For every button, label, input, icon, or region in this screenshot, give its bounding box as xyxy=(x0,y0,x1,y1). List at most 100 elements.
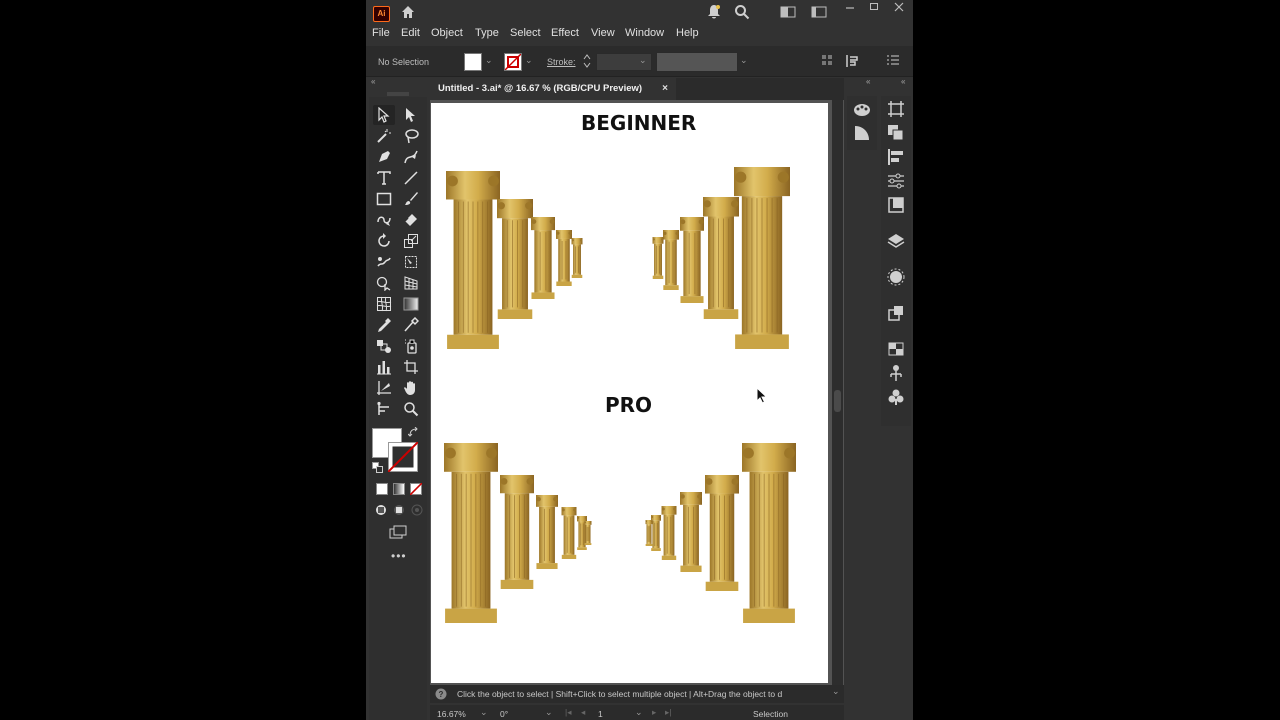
eraser-icon[interactable] xyxy=(400,210,422,230)
draw-behind-icon[interactable] xyxy=(393,504,405,516)
profile-dropdown-icon[interactable]: ⌄ xyxy=(740,55,748,66)
variable-width-profile[interactable] xyxy=(656,52,738,72)
document-tab[interactable]: Untitled - 3.ai* @ 16.67 % (RGB/CPU Prev… xyxy=(430,78,676,100)
shape-builder-icon[interactable] xyxy=(373,273,395,293)
rotation-value[interactable]: 0° xyxy=(500,709,508,719)
fill-dropdown-icon[interactable]: ⌄ xyxy=(485,55,493,66)
curvature-icon[interactable] xyxy=(400,147,422,167)
artboard-number[interactable]: 1 xyxy=(598,709,603,719)
rectangle-icon[interactable] xyxy=(373,189,395,209)
paintbrush-icon[interactable] xyxy=(400,189,422,209)
edit-toolbar-icon[interactable]: ••• xyxy=(391,549,407,563)
pen-icon[interactable] xyxy=(373,147,395,167)
align-panel-icon[interactable] xyxy=(887,148,905,166)
last-artboard-icon[interactable]: ▸| xyxy=(665,707,671,718)
pillars-artwork[interactable] xyxy=(431,103,828,683)
measure-icon[interactable] xyxy=(400,315,422,335)
blend-icon[interactable] xyxy=(373,336,395,356)
zoom-dropdown-icon[interactable]: ⌄ xyxy=(480,707,488,718)
menu-edit[interactable]: Edit xyxy=(401,27,420,39)
artboards-panel-icon[interactable] xyxy=(887,100,905,118)
workspace-icon[interactable] xyxy=(780,5,796,19)
artboard-icon[interactable] xyxy=(400,357,422,377)
puppet-warp-icon[interactable] xyxy=(373,399,395,419)
search-icon[interactable] xyxy=(734,4,750,20)
menu-file[interactable]: File xyxy=(372,27,390,39)
hint-expand-icon[interactable]: ⌄ xyxy=(832,686,840,697)
artboard[interactable]: BEGINNER PRO xyxy=(431,103,828,683)
shaper-icon[interactable] xyxy=(373,210,395,230)
zoom-level[interactable]: 16.67% xyxy=(437,709,466,719)
stroke-color-box[interactable] xyxy=(388,442,418,472)
menu-select[interactable]: Select xyxy=(510,27,541,39)
slice-icon[interactable] xyxy=(373,378,395,398)
fill-swatch[interactable] xyxy=(464,53,482,71)
draw-normal-icon[interactable] xyxy=(375,504,387,516)
asset-export-icon[interactable] xyxy=(887,304,905,322)
scroll-thumb[interactable] xyxy=(834,390,841,412)
appearance-icon[interactable] xyxy=(853,124,871,142)
direct-selection-tool-icon[interactable] xyxy=(400,105,422,125)
none-mode-button[interactable] xyxy=(410,483,422,495)
stroke-swatch[interactable] xyxy=(504,53,522,71)
eyedropper-icon[interactable] xyxy=(373,315,395,335)
pathfinder-icon[interactable] xyxy=(887,124,905,142)
collapse-right-panels-icon[interactable]: « xyxy=(901,77,905,86)
artboard-dropdown-icon[interactable]: ⌄ xyxy=(635,707,643,718)
transform-icon[interactable] xyxy=(845,54,859,68)
screen-mode-icon[interactable] xyxy=(389,525,407,539)
libraries-icon[interactable] xyxy=(887,196,905,214)
symbols-icon[interactable] xyxy=(887,364,905,382)
free-transform-icon[interactable] xyxy=(400,252,422,272)
control-menu-icon[interactable] xyxy=(887,55,899,65)
next-artboard-icon[interactable]: ▸ xyxy=(652,707,656,718)
stroke-weight-dropdown-icon[interactable]: ⌄ xyxy=(639,55,647,66)
bell-icon[interactable] xyxy=(707,4,721,20)
column-graph-icon[interactable] xyxy=(373,357,395,377)
magic-wand-icon[interactable] xyxy=(373,126,395,146)
menu-help[interactable]: Help xyxy=(676,27,699,39)
vertical-scrollbar[interactable] xyxy=(832,100,843,685)
home-icon[interactable] xyxy=(400,4,416,20)
maximize-icon[interactable] xyxy=(868,1,880,13)
scale-icon[interactable] xyxy=(400,231,422,251)
align-icon[interactable] xyxy=(822,54,832,66)
color-guide-icon[interactable] xyxy=(853,100,871,118)
canvas[interactable]: BEGINNER PRO xyxy=(430,100,844,685)
collapse-panels-icon[interactable]: « xyxy=(866,77,870,86)
lasso-icon[interactable] xyxy=(400,126,422,146)
arrange-icon[interactable] xyxy=(811,5,827,19)
menu-type[interactable]: Type xyxy=(475,27,499,39)
help-icon[interactable]: ? xyxy=(435,688,447,700)
brushes-icon[interactable] xyxy=(887,268,905,286)
draw-inside-icon[interactable] xyxy=(411,504,423,516)
warp-icon[interactable] xyxy=(373,252,395,272)
swap-fill-stroke-icon[interactable] xyxy=(408,427,420,439)
type-icon[interactable] xyxy=(373,168,395,188)
menu-window[interactable]: Window xyxy=(625,27,664,39)
rotate-icon[interactable] xyxy=(373,231,395,251)
layers-icon[interactable] xyxy=(887,232,905,250)
close-icon[interactable] xyxy=(893,1,905,13)
close-tab-icon[interactable]: × xyxy=(662,78,668,100)
default-fill-stroke-icon[interactable] xyxy=(372,462,383,473)
perspective-grid-icon[interactable] xyxy=(400,273,422,293)
transparency-icon[interactable] xyxy=(887,340,905,358)
stroke-label[interactable]: Stroke: xyxy=(547,57,576,67)
gradient-icon[interactable] xyxy=(400,294,422,314)
menu-effect[interactable]: Effect xyxy=(551,27,579,39)
mesh-icon[interactable] xyxy=(373,294,395,314)
stroke-dropdown-icon[interactable]: ⌄ xyxy=(525,55,533,66)
color-mode-button[interactable] xyxy=(376,483,388,495)
gradient-mode-button[interactable] xyxy=(393,483,405,495)
minimize-icon[interactable] xyxy=(844,1,856,13)
graphic-styles-icon[interactable] xyxy=(887,388,905,406)
menu-object[interactable]: Object xyxy=(431,27,463,39)
collapse-toolbar-icon[interactable]: « xyxy=(371,77,375,86)
properties-icon[interactable] xyxy=(887,172,905,190)
prev-artboard-icon[interactable]: ◂ xyxy=(581,707,585,718)
hand-icon[interactable] xyxy=(400,378,422,398)
symbol-sprayer-icon[interactable] xyxy=(400,336,422,356)
selection-tool-icon[interactable] xyxy=(373,105,395,125)
stroke-stepper-icon[interactable] xyxy=(583,53,591,69)
